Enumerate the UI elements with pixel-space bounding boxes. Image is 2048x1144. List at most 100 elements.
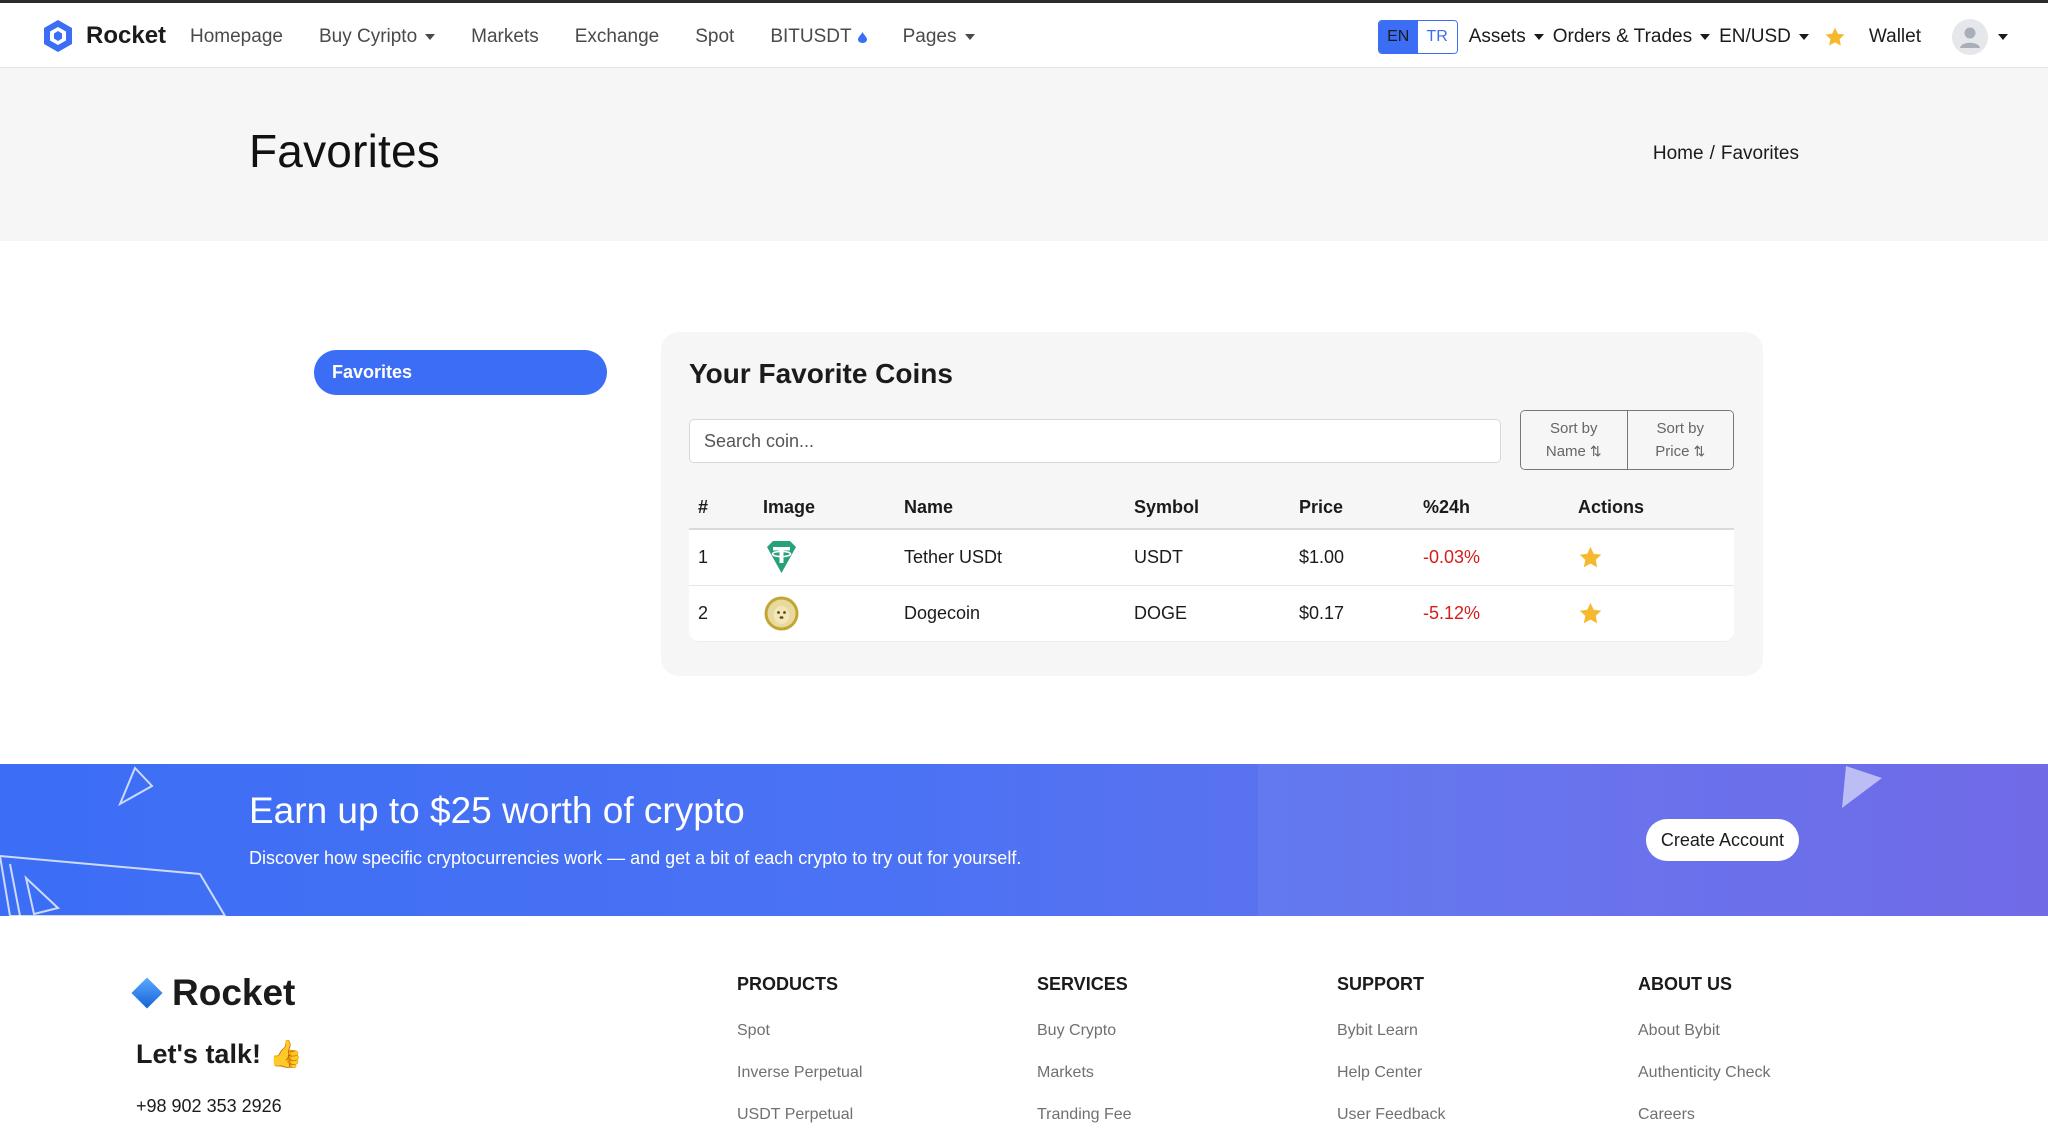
footer-brand[interactable]: Rocket bbox=[131, 972, 296, 1014]
row-actions bbox=[1578, 601, 1603, 626]
sort-by-price-button[interactable]: Sort by Price ⇅ bbox=[1626, 411, 1733, 469]
currency-label: EN/USD bbox=[1719, 26, 1791, 47]
footer-link[interactable]: Buy Crypto bbox=[1037, 1010, 1132, 1052]
table-header-row: # Image Name Symbol Price %24h Actions bbox=[689, 486, 1734, 530]
chevron-down-icon bbox=[1700, 34, 1711, 40]
sort-name-line2: Name bbox=[1545, 443, 1586, 460]
flame-icon bbox=[857, 31, 867, 43]
user-nav: EN TR Assets Orders & Trades EN/USD Wall… bbox=[1377, 3, 2008, 71]
nav-spot[interactable]: Spot bbox=[695, 26, 734, 48]
footer-brand-name: Rocket bbox=[172, 972, 296, 1013]
coin-symbol: USDT bbox=[1134, 547, 1183, 567]
breadcrumb-separator: / bbox=[1709, 143, 1715, 164]
promo-subtitle: Discover how specific cryptocurrencies w… bbox=[249, 848, 1022, 868]
coin-image bbox=[763, 539, 800, 576]
favorites-star-icon[interactable] bbox=[1824, 26, 1846, 48]
rocket-logo-icon bbox=[44, 20, 72, 52]
footer-link[interactable]: Inverse Perpetual bbox=[737, 1052, 862, 1094]
sort-by-name-button[interactable]: Sort by Name ⇅ bbox=[1521, 411, 1627, 469]
chevron-down-icon bbox=[1533, 34, 1544, 40]
sort-price-line2-wrap: Price ⇅ bbox=[1655, 440, 1705, 463]
footer-col-title: SERVICES bbox=[1037, 974, 1128, 994]
footer-link[interactable]: Help Center bbox=[1337, 1052, 1446, 1094]
orders-trades-label: Orders & Trades bbox=[1552, 26, 1693, 47]
currency-dropdown[interactable]: EN/USD bbox=[1719, 26, 1809, 48]
wallet-link[interactable]: Wallet bbox=[1869, 26, 1921, 48]
breadcrumb-home[interactable]: Home bbox=[1653, 143, 1704, 165]
coin-price: $1.00 bbox=[1299, 547, 1345, 567]
main-nav: Homepage Buy Cyripto Markets Exchange Sp… bbox=[190, 3, 975, 71]
col-header-actions: Actions bbox=[1578, 496, 1645, 517]
footer-link[interactable]: Bybit Learn bbox=[1337, 1010, 1446, 1052]
star-icon[interactable] bbox=[1578, 601, 1603, 626]
footer: Rocket Let's talk! 👍 +98 902 353 2926 PR… bbox=[0, 916, 2048, 1144]
favorite-coins-table: # Image Name Symbol Price %24h Actions 1 bbox=[689, 486, 1734, 642]
lang-tr-button[interactable]: TR bbox=[1417, 21, 1457, 53]
contact-phone[interactable]: +98 902 353 2926 bbox=[136, 1096, 282, 1117]
sort-price-line1: Sort by bbox=[1656, 420, 1705, 437]
footer-link[interactable]: USDT Perpetual bbox=[737, 1094, 862, 1136]
footer-link[interactable]: User Feedback bbox=[1337, 1094, 1446, 1136]
language-toggle: EN TR bbox=[1377, 20, 1458, 54]
footer-col-title: PRODUCTS bbox=[737, 974, 839, 994]
nav-pages[interactable]: Pages bbox=[903, 26, 975, 48]
lets-talk-heading: Let's talk! 👍 bbox=[136, 1038, 303, 1070]
nav-markets[interactable]: Markets bbox=[471, 26, 539, 48]
search-coin-input[interactable] bbox=[689, 419, 1501, 463]
profile-dropdown[interactable] bbox=[1952, 19, 2008, 55]
page-title: Favorites bbox=[249, 125, 440, 177]
nav-pages-label: Pages bbox=[902, 26, 957, 47]
footer-col-about: ABOUT US About Bybit Authenticity Check … bbox=[1638, 972, 1771, 1136]
diamond-logo-icon bbox=[131, 977, 163, 1009]
favorites-card: Your Favorite Coins Sort by Name⇅ Sort b… bbox=[661, 332, 1763, 676]
sort-arrows-icon: ⇅ bbox=[1589, 443, 1602, 459]
assets-label: Assets bbox=[1468, 26, 1526, 47]
breadcrumb-current: Favorites bbox=[1720, 143, 1799, 164]
footer-link[interactable]: Authenticity Check bbox=[1638, 1052, 1771, 1094]
nav-homepage[interactable]: Homepage bbox=[190, 26, 283, 48]
sidebar-item-favorites[interactable]: Favorites bbox=[314, 350, 607, 395]
row-actions bbox=[1578, 545, 1603, 570]
footer-col-title: ABOUT US bbox=[1638, 974, 1732, 994]
footer-link[interactable]: Tranding Fee bbox=[1037, 1094, 1132, 1136]
col-header-price: Price bbox=[1299, 496, 1344, 517]
breadcrumb: Home / Favorites bbox=[1653, 143, 1799, 165]
col-header-image: Image bbox=[763, 496, 816, 517]
tether-icon bbox=[767, 541, 796, 573]
sort-arrows-icon: ⇅ bbox=[1693, 443, 1706, 459]
footer-link[interactable]: Careers bbox=[1638, 1094, 1771, 1136]
coin-name: Tether USDt bbox=[904, 547, 1003, 567]
footer-col-products: PRODUCTS Spot Inverse Perpetual USDT Per… bbox=[737, 972, 862, 1136]
promo-title: Earn up to $25 worth of crypto bbox=[249, 790, 745, 831]
orders-trades-dropdown[interactable]: Orders & Trades bbox=[1552, 26, 1711, 48]
table-row[interactable]: 1 Tether USDt USDT $1.00 -0.03% bbox=[689, 530, 1734, 586]
sidebar-item-label: Favorites bbox=[332, 362, 413, 382]
coin-image bbox=[763, 595, 800, 632]
nav-bitusdt-label: BITUSDT bbox=[770, 26, 852, 47]
nav-bitusdt[interactable]: BITUSDT bbox=[770, 26, 867, 48]
table-row[interactable]: 2 Dogecoin DOGE $0.17 -5.12% bbox=[689, 586, 1734, 642]
brand-name: Rocket bbox=[86, 22, 167, 49]
col-header-symbol: Symbol bbox=[1134, 496, 1200, 517]
nav-markets-label: Markets bbox=[471, 26, 539, 47]
brand-link[interactable]: Rocket bbox=[40, 18, 166, 54]
nav-buy-crypto[interactable]: Buy Cyripto bbox=[319, 26, 436, 48]
nav-exchange[interactable]: Exchange bbox=[575, 26, 660, 48]
assets-dropdown[interactable]: Assets bbox=[1469, 26, 1544, 48]
coin-symbol: DOGE bbox=[1134, 603, 1188, 623]
card-title: Your Favorite Coins bbox=[689, 358, 953, 389]
sort-button-group: Sort by Name ⇅ Sort by Price ⇅ bbox=[1520, 410, 1734, 470]
lang-en-button[interactable]: EN bbox=[1378, 21, 1418, 53]
footer-col-support: SUPPORT Bybit Learn Help Center User Fee… bbox=[1337, 972, 1446, 1136]
coin-change: -5.12% bbox=[1423, 603, 1481, 623]
thumbs-up-icon: 👍 bbox=[268, 1039, 303, 1069]
sort-name-line1: Sort by bbox=[1549, 420, 1598, 437]
footer-link[interactable]: Markets bbox=[1037, 1052, 1132, 1094]
col-header-name: Name bbox=[904, 496, 954, 517]
star-icon[interactable] bbox=[1578, 545, 1603, 570]
footer-link[interactable]: Spot bbox=[737, 1010, 862, 1052]
coin-change: -0.03% bbox=[1423, 547, 1481, 567]
create-account-button[interactable]: Create Account bbox=[1645, 819, 1799, 861]
coin-price: $0.17 bbox=[1299, 603, 1345, 623]
footer-link[interactable]: About Bybit bbox=[1638, 1010, 1771, 1052]
